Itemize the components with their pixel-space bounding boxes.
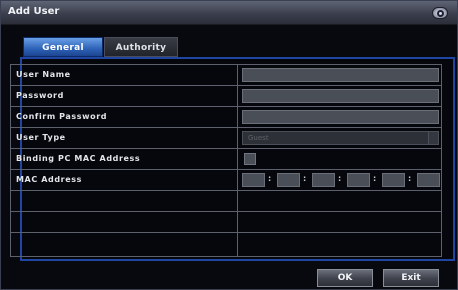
user-name-label: User Name bbox=[16, 70, 71, 79]
row-confirm-password: Confirm Password bbox=[11, 107, 441, 128]
user-type-select[interactable]: Guest bbox=[242, 131, 439, 145]
mac-segment-5[interactable] bbox=[382, 173, 405, 187]
confirm-password-label: Confirm Password bbox=[16, 112, 108, 121]
confirm-password-input[interactable] bbox=[242, 110, 439, 124]
binding-mac-label: Binding PC MAC Address bbox=[16, 154, 141, 163]
mac-segment-3[interactable] bbox=[312, 173, 335, 187]
add-user-dialog: Add User General Authority User Name Pas… bbox=[0, 0, 458, 290]
mac-segment-2[interactable] bbox=[277, 173, 300, 187]
mac-separator: : bbox=[408, 174, 412, 183]
mac-separator: : bbox=[303, 174, 307, 183]
mac-segment-4[interactable] bbox=[347, 173, 370, 187]
row-binding-mac: Binding PC MAC Address bbox=[11, 149, 441, 170]
user-name-input[interactable] bbox=[242, 68, 439, 82]
row-empty bbox=[11, 233, 441, 254]
mac-segment-1[interactable] bbox=[242, 173, 265, 187]
row-empty bbox=[11, 212, 441, 233]
row-password: Password bbox=[11, 86, 441, 107]
mac-separator: : bbox=[338, 174, 342, 183]
mac-separator: : bbox=[373, 174, 377, 183]
row-empty bbox=[11, 191, 441, 212]
row-user-type: User Type Guest bbox=[11, 128, 441, 149]
form-grid: User Name Password Confirm Password User… bbox=[10, 64, 442, 257]
mac-address-label: MAC Address bbox=[16, 175, 82, 184]
mac-segment-6[interactable] bbox=[417, 173, 440, 187]
user-type-label: User Type bbox=[16, 133, 66, 142]
row-mac-address: MAC Address : : : : : bbox=[11, 170, 441, 191]
tab-authority[interactable]: Authority bbox=[104, 37, 178, 57]
mac-separator: : bbox=[268, 174, 272, 183]
tab-general[interactable]: General bbox=[23, 37, 103, 57]
row-user-name: User Name bbox=[11, 65, 441, 86]
close-icon[interactable] bbox=[432, 7, 448, 19]
user-type-value: Guest bbox=[248, 134, 269, 142]
ok-button[interactable]: OK bbox=[317, 269, 373, 287]
binding-mac-checkbox[interactable] bbox=[244, 153, 256, 165]
dropdown-arrow-icon[interactable] bbox=[428, 132, 438, 144]
password-label: Password bbox=[16, 91, 64, 100]
exit-button[interactable]: Exit bbox=[383, 269, 439, 287]
dialog-title: Add User bbox=[8, 6, 60, 17]
title-bar: Add User bbox=[1, 1, 457, 25]
password-input[interactable] bbox=[242, 89, 439, 103]
